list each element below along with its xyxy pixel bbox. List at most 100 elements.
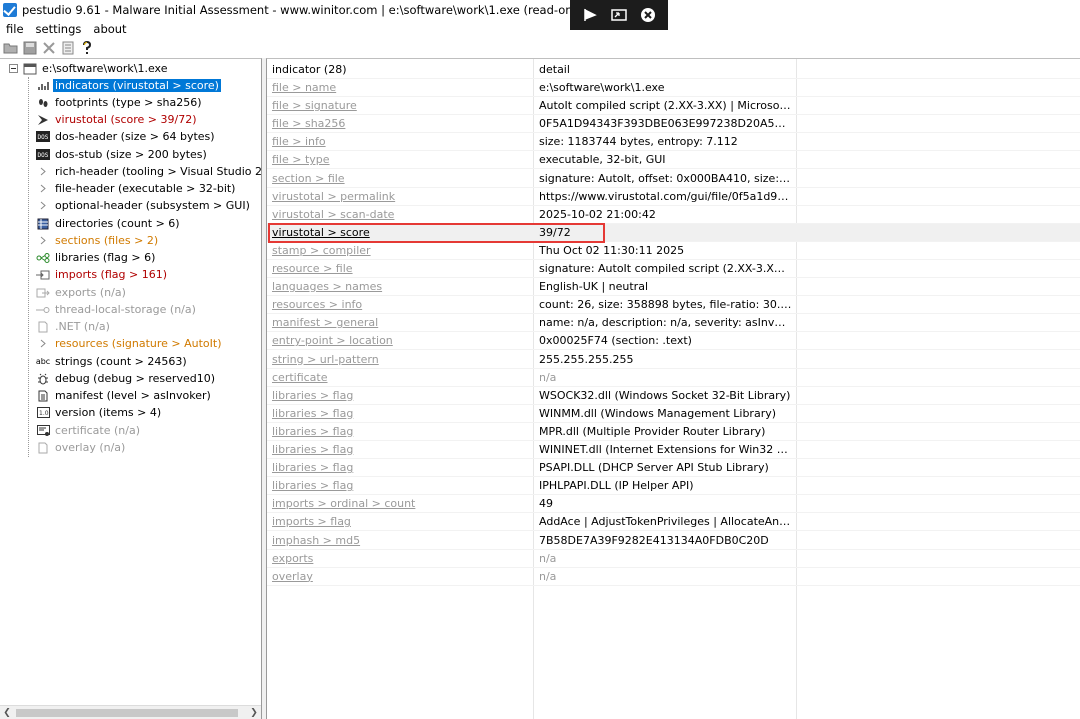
chevron-right-icon[interactable]	[36, 337, 50, 350]
tree-item-manifest[interactable]: manifest (level > asInvoker)	[36, 387, 213, 404]
tree-item-resources[interactable]: resources (signature > AutoIt)	[36, 335, 224, 352]
tree-item-virustotal[interactable]: virustotal (score > 39/72)	[36, 111, 199, 128]
tree-item-tls[interactable]: thread-local-storage (n/a)	[36, 301, 198, 318]
chevron-right-icon[interactable]	[36, 182, 50, 195]
table-row[interactable]: file > info size: 1183744 bytes, entropy:…	[267, 133, 1080, 152]
tree-item-dotnet[interactable]: .NET (n/a)	[36, 318, 112, 335]
tree-item-imports[interactable]: imports (flag > 161)	[36, 266, 169, 283]
table-row[interactable]: libraries > flag PSAPI.DLL (DHCP Server A…	[267, 459, 1080, 478]
indicator-cell[interactable]: virustotal > scan-date	[272, 208, 532, 221]
open-folder-icon[interactable]	[3, 40, 19, 56]
tree-item-dos-header[interactable]: DOS dos-header (size > 64 bytes)	[36, 128, 217, 145]
table-row[interactable]: resource > file signature: AutoIt compile…	[267, 260, 1080, 278]
menu-about[interactable]: about	[93, 22, 126, 36]
indicator-cell[interactable]: section > file	[272, 172, 532, 185]
tree-item-rich-header[interactable]: rich-header (tooling > Visual Studio 201…	[36, 163, 261, 180]
tree-item-directories[interactable]: directories (count > 6)	[36, 215, 182, 232]
menu-file[interactable]: file	[6, 22, 24, 36]
list-document-icon[interactable]	[60, 40, 76, 56]
indicator-cell[interactable]: file > sha256	[272, 117, 532, 130]
indicator-cell[interactable]: file > type	[272, 153, 532, 166]
tree-item-strings[interactable]: abc strings (count > 24563)	[36, 353, 189, 370]
table-row[interactable]: imports > flag AddAce | AdjustTokenPrivil…	[267, 513, 1080, 532]
tree-item-exports[interactable]: exports (n/a)	[36, 284, 128, 301]
tree-item-debug[interactable]: debug (debug > reserved10)	[36, 370, 217, 387]
table-row[interactable]: libraries > flag WSOCK32.dll (Windows Soc…	[267, 387, 1080, 405]
table-row[interactable]: libraries > flag IPHLPAPI.DLL (IP Helper …	[267, 477, 1080, 496]
indicator-cell[interactable]: libraries > flag	[272, 461, 532, 474]
table-row[interactable]: libraries > flag WINMM.dll (Windows Manag…	[267, 405, 1080, 423]
table-row[interactable]: virustotal > scan-date 2025-10-02 21:00:4…	[267, 206, 1080, 224]
table-row[interactable]: libraries > flag MPR.dll (Multiple Provid…	[267, 423, 1080, 441]
chevron-right-icon[interactable]	[36, 165, 50, 178]
header-indicator[interactable]: indicator (28)	[272, 63, 532, 76]
indicator-cell[interactable]: libraries > flag	[272, 389, 532, 402]
save-disk-icon[interactable]	[22, 40, 38, 56]
indicator-cell[interactable]: stamp > compiler	[272, 244, 532, 257]
scroll-left-arrow-icon[interactable]: ❮	[0, 706, 14, 719]
indicator-cell[interactable]: libraries > flag	[272, 443, 532, 456]
table-row[interactable]: exports n/a	[267, 550, 1080, 568]
indicator-cell[interactable]: libraries > flag	[272, 425, 532, 438]
chevron-right-icon[interactable]	[36, 199, 50, 212]
table-row[interactable]: section > file signature: AutoIt, offset:…	[267, 170, 1080, 188]
table-row[interactable]: string > url-pattern 255.255.255.255	[267, 351, 1080, 369]
table-row[interactable]: imports > ordinal > count 49	[267, 495, 1080, 514]
tree-item-file-header[interactable]: file-header (executable > 32-bit)	[36, 180, 237, 197]
indicator-cell[interactable]: file > name	[272, 81, 532, 94]
table-row[interactable]: libraries > flag WININET.dll (Internet Ex…	[267, 441, 1080, 459]
detail-cell: MPR.dll (Multiple Provider Router Librar…	[539, 424, 766, 438]
tree-item-optional-header[interactable]: optional-header (subsystem > GUI)	[36, 197, 252, 214]
indicator-cell[interactable]: string > url-pattern	[272, 353, 532, 366]
table-row[interactable]: file > type executable, 32-bit, GUI	[267, 151, 1080, 170]
indicator-cell[interactable]: entry-point > location	[272, 334, 532, 347]
table-row[interactable]: virustotal > permalink https://www.virust…	[267, 188, 1080, 206]
scroll-thumb[interactable]	[16, 709, 238, 717]
table-row[interactable]: file > name e:\software\work\1.exe	[267, 79, 1080, 97]
tree-item-libraries[interactable]: libraries (flag > 6)	[36, 249, 157, 266]
tree-item-label: dos-stub (size > 200 bytes)	[55, 148, 207, 161]
tree-item-overlay[interactable]: overlay (n/a)	[36, 439, 127, 456]
indicator-cell[interactable]: certificate	[272, 371, 532, 384]
tree-horizontal-scrollbar[interactable]: ❮ ❯	[0, 705, 261, 719]
table-row[interactable]: manifest > general name: n/a, description…	[267, 314, 1080, 333]
tree-item-footprints[interactable]: footprints (type > sha256)	[36, 94, 204, 111]
indicator-cell[interactable]: imphash > md5	[272, 534, 532, 547]
indicator-cell[interactable]: resources > info	[272, 298, 532, 311]
chevron-right-icon[interactable]	[36, 234, 50, 247]
table-row[interactable]: overlay n/a	[267, 568, 1080, 586]
table-row[interactable]: imphash > md5 7B58DE7A39F9282E413134A0FDB…	[267, 532, 1080, 550]
table-row[interactable]: file > signature AutoIt compiled script (…	[267, 97, 1080, 116]
indicator-cell[interactable]: imports > ordinal > count	[272, 497, 532, 510]
menu-settings[interactable]: settings	[36, 22, 82, 36]
indicator-cell[interactable]: libraries > flag	[272, 407, 532, 420]
indicator-cell[interactable]: overlay	[272, 570, 532, 583]
indicator-cell[interactable]: languages > names	[272, 280, 532, 293]
table-row[interactable]: resources > info count: 26, size: 358898 …	[267, 296, 1080, 315]
help-question-icon[interactable]	[79, 40, 95, 56]
indicator-cell[interactable]: exports	[272, 552, 532, 565]
indicator-cell[interactable]: imports > flag	[272, 515, 532, 528]
indicator-cell[interactable]: resource > file	[272, 262, 532, 275]
collapse-minus-icon[interactable]	[6, 62, 20, 75]
table-row[interactable]: languages > names English-UK | neutral	[267, 278, 1080, 297]
indicator-cell[interactable]: virustotal > permalink	[272, 190, 532, 203]
tree-item-version[interactable]: 1.0 version (items > 4)	[36, 404, 163, 421]
indicator-cell[interactable]: file > signature	[272, 99, 532, 112]
table-row[interactable]: stamp > compiler Thu Oct 02 11:30:11 2025	[267, 242, 1080, 260]
tree-item-certificate[interactable]: certificate (n/a)	[36, 422, 142, 439]
header-detail[interactable]: detail	[539, 63, 792, 76]
tree-item-sections[interactable]: sections (files > 2)	[36, 232, 160, 249]
scroll-right-arrow-icon[interactable]: ❯	[247, 706, 261, 719]
delete-x-icon[interactable]	[41, 40, 57, 56]
tree-item-indicators[interactable]: indicators (virustotal > score)	[36, 77, 221, 94]
indicator-cell[interactable]: file > info	[272, 135, 532, 148]
table-row[interactable]: file > sha256 0F5A1D94343F393DBE063E99723…	[267, 115, 1080, 134]
table-row[interactable]: entry-point > location 0x00025F74 (sectio…	[267, 332, 1080, 351]
table-row[interactable]: certificate n/a	[267, 369, 1080, 387]
tree-item-dos-stub[interactable]: DOS dos-stub (size > 200 bytes)	[36, 146, 209, 163]
detail-cell: AutoIt compiled script (2.XX-3.XX) | Mic…	[539, 99, 792, 113]
indicator-cell[interactable]: manifest > general	[272, 316, 532, 329]
tree-root[interactable]: e:\software\work\1.exe	[6, 60, 169, 77]
indicator-cell[interactable]: libraries > flag	[272, 479, 532, 492]
